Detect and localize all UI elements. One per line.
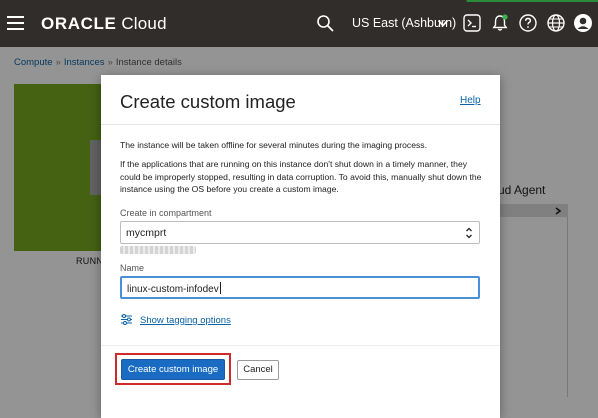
logo-oracle: ORACLE — [41, 14, 117, 33]
create-custom-image-dialog: Create custom image Help The instance wi… — [101, 75, 500, 418]
name-label: Name — [120, 263, 145, 273]
globe-icon[interactable] — [546, 13, 566, 33]
info-paragraph-offline: The instance will be taken offline for s… — [120, 140, 427, 150]
terminal-icon[interactable] — [462, 13, 482, 33]
name-input-text: linux-custom-infodev — [127, 284, 219, 295]
compartment-value: mycmprt — [126, 227, 167, 239]
sliders-icon[interactable] — [120, 313, 133, 326]
dialog-divider — [101, 124, 500, 125]
menu-icon[interactable] — [7, 16, 24, 30]
create-custom-image-button[interactable]: Create custom image — [121, 359, 225, 380]
compartment-path-redacted — [120, 246, 196, 254]
text-caret — [219, 282, 221, 294]
compartment-select[interactable]: mycmprt — [120, 221, 480, 244]
compartment-label: Create in compartment — [120, 208, 212, 218]
show-tagging-options-link[interactable]: Show tagging options — [140, 315, 231, 326]
dialog-title: Create custom image — [120, 91, 296, 112]
oracle-cloud-logo[interactable]: ORACLE Cloud — [41, 14, 167, 34]
search-icon[interactable] — [316, 14, 334, 32]
name-input[interactable]: linux-custom-infodev — [120, 276, 480, 299]
help-link[interactable]: Help — [460, 95, 481, 106]
info-paragraph-shutdown: If the applications that are running on … — [120, 159, 482, 194]
bell-icon[interactable] — [490, 13, 510, 33]
select-arrows-icon — [466, 227, 472, 239]
chevron-down-icon[interactable] — [437, 18, 449, 28]
top-navigation-bar: ORACLE Cloud US East (Ashburn) — [0, 0, 598, 47]
logo-cloud: Cloud — [121, 14, 167, 33]
help-icon[interactable] — [518, 13, 538, 33]
name-input-value: linux-custom-infodev — [127, 282, 221, 295]
cancel-button[interactable]: Cancel — [237, 360, 279, 380]
footer-divider — [101, 345, 500, 346]
user-icon[interactable] — [573, 13, 593, 33]
